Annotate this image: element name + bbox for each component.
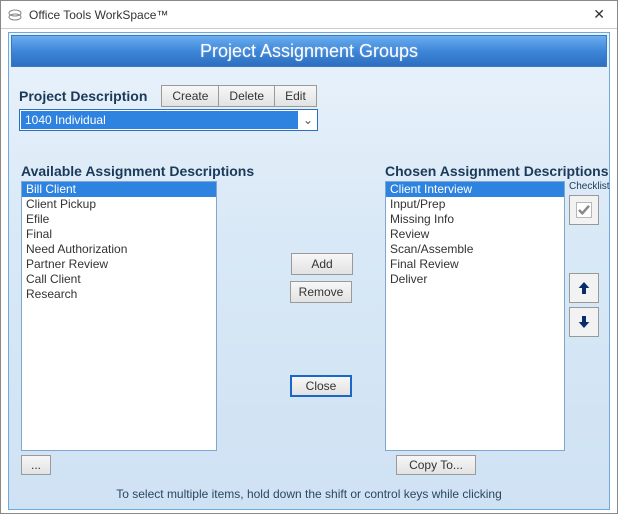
list-item[interactable]: Final Review	[386, 257, 564, 272]
chosen-label: Chosen Assignment Descriptions	[385, 163, 609, 179]
list-item[interactable]: Bill Client	[22, 182, 216, 197]
more-button[interactable]: ...	[21, 455, 51, 475]
available-label: Available Assignment Descriptions	[21, 163, 254, 179]
project-description-value: 1040 Individual	[21, 111, 298, 129]
project-description-label: Project Description	[19, 88, 147, 104]
project-description-row: Project Description Create Delete Edit	[19, 85, 609, 107]
delete-button[interactable]: Delete	[218, 85, 275, 107]
app-icon	[7, 7, 23, 23]
titlebar: Office Tools WorkSpace™ ✕	[1, 1, 617, 29]
list-item[interactable]: Research	[22, 287, 216, 302]
hint-text: To select multiple items, hold down the …	[9, 487, 609, 501]
edit-button[interactable]: Edit	[274, 85, 317, 107]
add-button[interactable]: Add	[291, 253, 353, 275]
list-item[interactable]: Final	[22, 227, 216, 242]
list-item[interactable]: Client Pickup	[22, 197, 216, 212]
list-item[interactable]: Client Interview	[386, 182, 564, 197]
move-up-button[interactable]	[569, 273, 599, 303]
checklist-icon	[574, 200, 594, 220]
app-window: Office Tools WorkSpace™ ✕ Project Assign…	[0, 0, 618, 514]
remove-button[interactable]: Remove	[290, 281, 352, 303]
list-item[interactable]: Efile	[22, 212, 216, 227]
list-item[interactable]: Scan/Assemble	[386, 242, 564, 257]
arrow-down-icon	[576, 314, 592, 330]
client-area: Project Assignment Groups Project Descri…	[8, 32, 610, 510]
move-down-button[interactable]	[569, 307, 599, 337]
window-close-button[interactable]: ✕	[587, 6, 611, 23]
page-title: Project Assignment Groups	[11, 35, 607, 67]
list-item[interactable]: Call Client	[22, 272, 216, 287]
checklist-button[interactable]	[569, 195, 599, 225]
list-item[interactable]: Missing Info	[386, 212, 564, 227]
chosen-listbox[interactable]: Client InterviewInput/PrepMissing InfoRe…	[385, 181, 565, 451]
list-item[interactable]: Input/Prep	[386, 197, 564, 212]
list-item[interactable]: Deliver	[386, 272, 564, 287]
list-item[interactable]: Review	[386, 227, 564, 242]
list-item[interactable]: Partner Review	[22, 257, 216, 272]
arrow-up-icon	[576, 280, 592, 296]
list-item[interactable]: Need Authorization	[22, 242, 216, 257]
project-description-combobox[interactable]: 1040 Individual ⌄	[19, 109, 318, 131]
create-button[interactable]: Create	[161, 85, 219, 107]
chevron-down-icon: ⌄	[299, 113, 317, 127]
checklist-label: Checklist	[569, 181, 610, 192]
app-title: Office Tools WorkSpace™	[29, 8, 587, 22]
close-button[interactable]: Close	[290, 375, 352, 397]
copy-to-button[interactable]: Copy To...	[396, 455, 476, 475]
available-listbox[interactable]: Bill ClientClient PickupEfileFinalNeed A…	[21, 181, 217, 451]
